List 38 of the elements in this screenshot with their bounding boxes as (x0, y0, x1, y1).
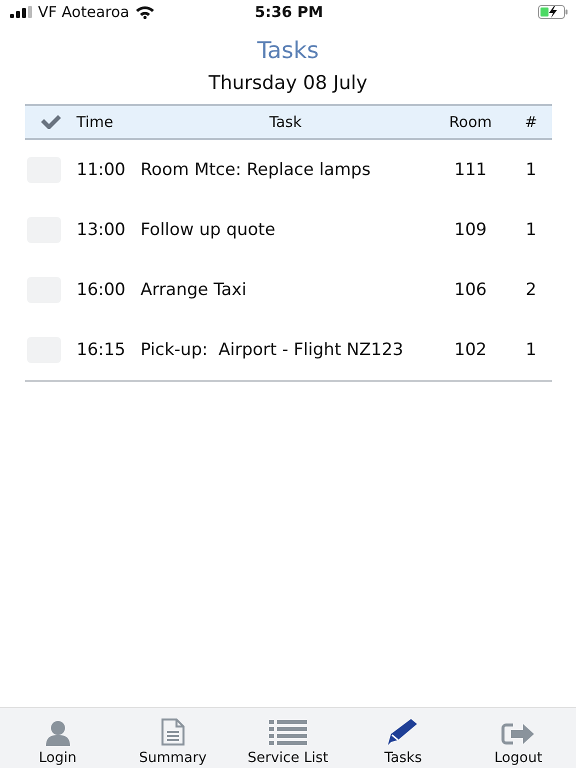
clock-time: 5:36 PM (254, 3, 324, 21)
table-cell-text: Pick-up: Airport - Flight NZ123 (140, 338, 404, 362)
tab[interactable]: Logout (462, 722, 574, 766)
table-cell-text: 1 (524, 220, 538, 240)
table-cell-text: 102 (453, 340, 488, 360)
carrier-name: VF Aotearoa (38, 3, 130, 21)
list-icon (268, 720, 307, 746)
document-icon (160, 718, 185, 746)
column-header: # (524, 113, 538, 131)
table-cell-text: Room Mtce: Replace lamps (140, 158, 372, 182)
table-cell-text: 2 (524, 280, 538, 300)
table-cell-text: Follow up quote (140, 218, 276, 242)
wifi-icon (135, 5, 156, 19)
tab[interactable]: Summary (116, 718, 229, 766)
table-cell-text: 111 (453, 160, 488, 180)
table-cell-text: 1 (524, 160, 538, 180)
table-cell-text: 106 (453, 280, 488, 300)
tab[interactable]: Login (2, 720, 114, 766)
tab[interactable]: Service List (232, 720, 344, 766)
table-cell-text: 109 (453, 220, 488, 240)
page-title: Tasks (257, 38, 319, 64)
date-heading: Thursday 08 July (208, 72, 368, 94)
table-cell-text: 13:00 (76, 220, 126, 240)
table-cell-text: 11:00 (76, 160, 126, 180)
table-cell-text: 1 (524, 340, 538, 360)
battery-charging-icon (538, 5, 568, 19)
signal-icon (10, 6, 32, 18)
check-icon (40, 115, 62, 129)
column-header: Time (76, 113, 114, 131)
column-header: Room (448, 113, 493, 131)
table-cell-text: Arrange Taxi (140, 278, 248, 302)
table-cell-text: 16:00 (76, 280, 126, 300)
tab[interactable]: Tasks (347, 718, 460, 766)
pencil-icon (387, 718, 420, 746)
column-header: Task (268, 112, 303, 132)
exit-arrow-icon (501, 722, 536, 746)
person-icon (44, 720, 72, 746)
table-cell-text: 16:15 (76, 340, 126, 360)
